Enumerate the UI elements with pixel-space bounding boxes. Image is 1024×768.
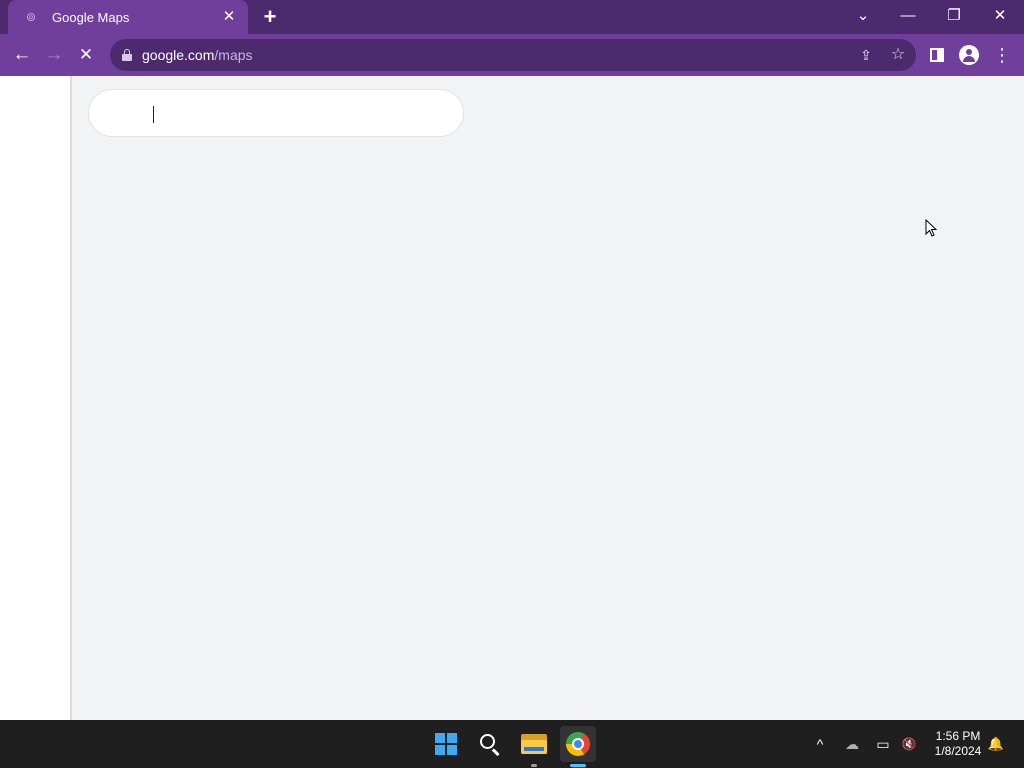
windows-taskbar: ^ ☁ ▭ 🔇 1:56 PM 1/8/2024 🔔 [0,720,1024,768]
close-window-button[interactable]: ✕ [987,4,1013,28]
browser-toolbar: ← → ✕ google.com/maps ⇪ ☆ ⋮ [0,34,1024,76]
share-icon[interactable]: ⇪ [855,44,877,66]
chrome-active-indicator [570,764,586,767]
url-path: /maps [214,47,253,63]
folder-icon [521,734,547,754]
map-canvas[interactable] [74,76,1024,720]
minimize-button[interactable]: — [895,4,921,28]
stop-loading-button[interactable]: ✕ [74,43,98,67]
tray-overflow-chevron-icon[interactable]: ^ [810,734,830,754]
onedrive-icon[interactable]: ☁ [842,734,862,754]
notifications-bell-icon[interactable]: 🔔 [986,734,1006,754]
taskbar-search-button[interactable] [472,726,508,762]
bookmark-star-icon[interactable]: ☆ [887,44,909,66]
forward-button[interactable]: → [42,43,66,67]
google-maps-favicon-icon: ⊚ [25,10,37,24]
chrome-taskbar-button[interactable] [560,726,596,762]
start-button[interactable] [428,726,464,762]
lock-icon[interactable] [122,49,132,61]
clock-time: 1:56 PM [935,729,981,743]
chrome-icon [566,732,590,756]
volume-muted-icon[interactable]: 🔇 [899,734,919,754]
taskbar-clock[interactable]: 1:56 PM 1/8/2024 [924,729,992,759]
maps-page [0,76,1024,720]
side-panel-icon[interactable] [930,48,944,62]
file-explorer-button[interactable] [516,726,552,762]
url-host: google.com [142,47,215,63]
windows-logo-icon [435,733,457,755]
clock-date: 1/8/2024 [934,744,982,758]
browser-titlebar: ⊚ Google Maps ✕ + ⌄ — ❐ ✕ [0,0,1024,34]
tab-google-maps[interactable]: ⊚ Google Maps ✕ [8,0,248,34]
tab-title: Google Maps [52,9,130,25]
maps-side-rail [0,76,72,720]
tab-close-icon[interactable]: ✕ [220,8,238,26]
new-tab-button[interactable]: + [259,6,281,28]
file-explorer-running-indicator [531,764,537,767]
mouse-pointer-icon [925,219,937,237]
search-icon [479,733,501,756]
address-bar[interactable]: google.com/maps ⇪ ☆ [110,39,916,71]
network-icon[interactable]: ▭ [873,734,893,754]
restore-button[interactable]: ❐ [941,4,967,28]
tab-search-button[interactable]: ⌄ [850,4,876,28]
browser-menu-icon[interactable]: ⋮ [991,44,1013,66]
back-button[interactable]: ← [10,43,34,67]
profile-avatar-icon[interactable] [959,45,979,65]
